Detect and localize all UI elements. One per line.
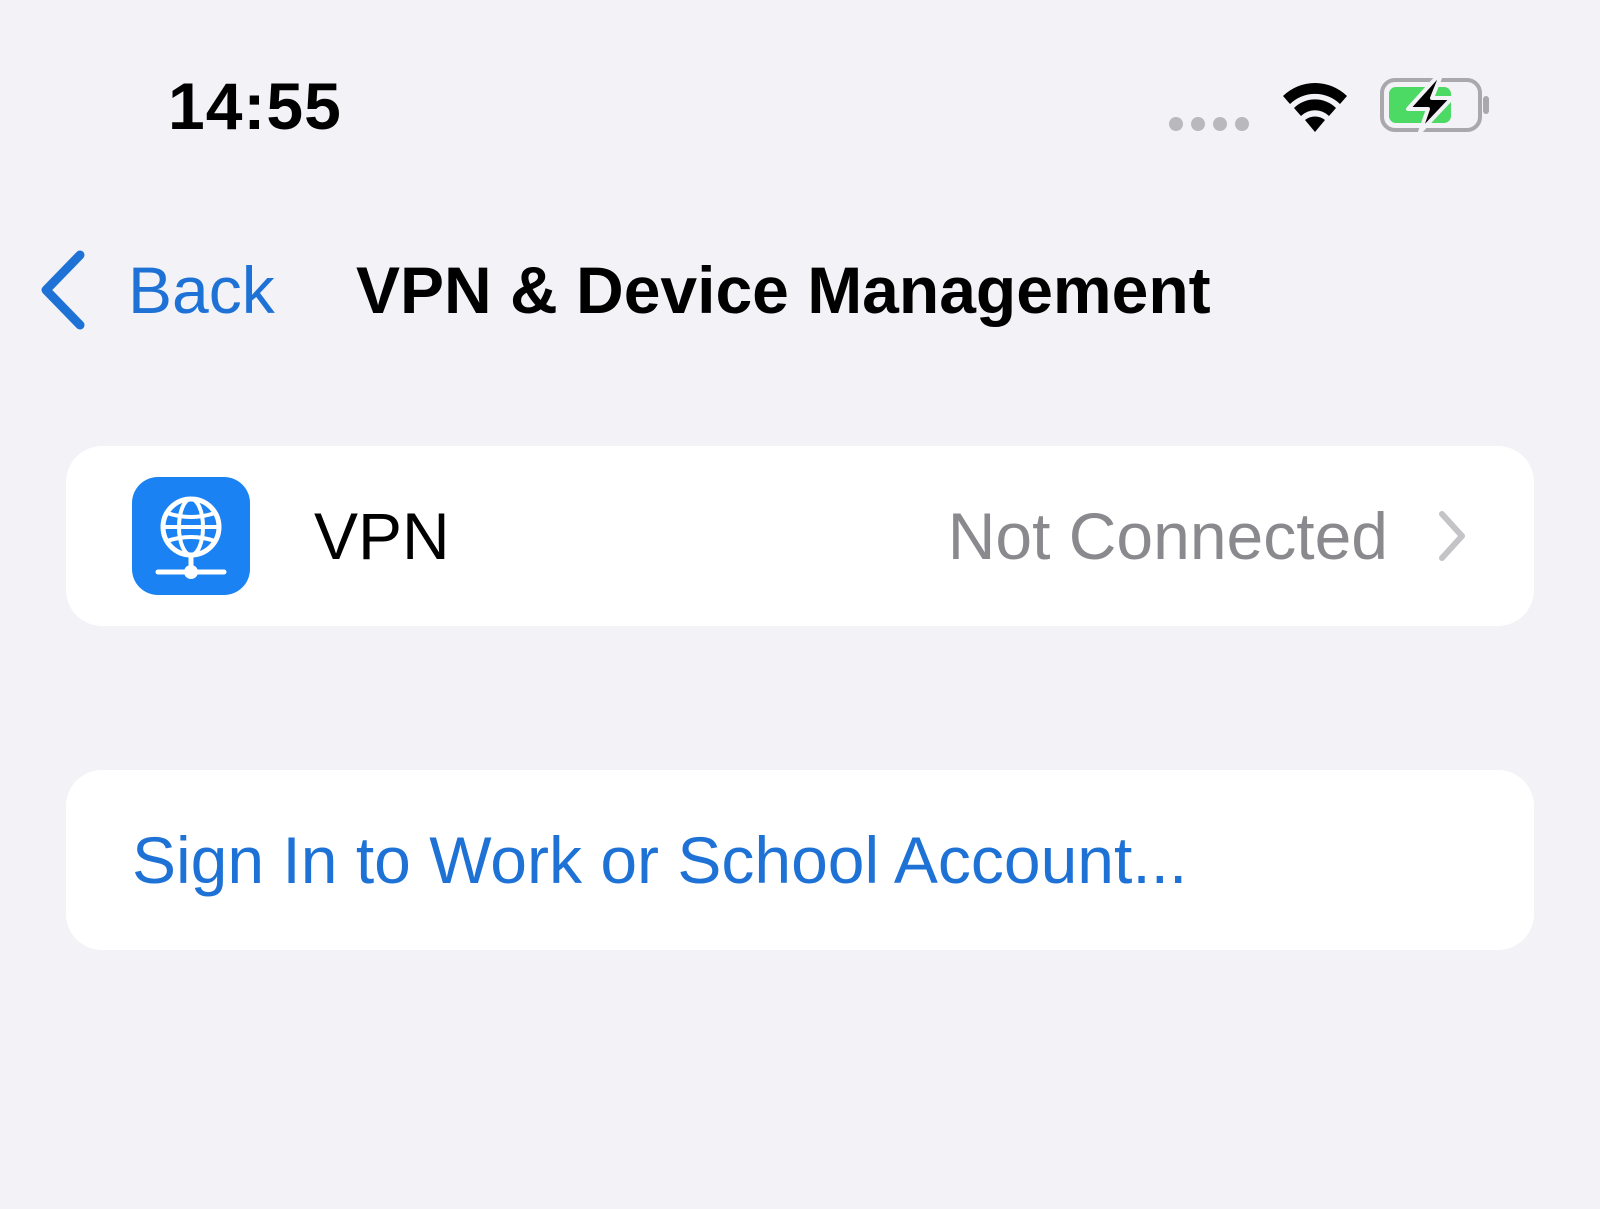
vpn-globe-icon <box>132 477 250 595</box>
vpn-status: Not Connected <box>947 499 1388 573</box>
page-title: VPN & Device Management <box>356 253 1211 327</box>
status-time: 14:55 <box>168 69 342 143</box>
chevron-left-icon <box>41 250 85 330</box>
wifi-icon <box>1283 83 1347 132</box>
chevron-right-icon <box>1439 511 1465 561</box>
sign-in-label: Sign In to Work or School Account... <box>132 823 1188 897</box>
signal-dots-icon <box>1169 117 1249 131</box>
vpn-row[interactable]: VPN Not Connected <box>66 446 1534 626</box>
status-bar: 14:55 <box>0 0 1600 190</box>
battery-charging-icon <box>1380 76 1489 134</box>
back-button[interactable]: Back <box>36 240 275 340</box>
vpn-label: VPN <box>314 499 450 573</box>
sign-in-work-school-account-button[interactable]: Sign In to Work or School Account... <box>66 770 1534 950</box>
navigation-bar: Back VPN & Device Management <box>0 210 1600 360</box>
back-label: Back <box>128 253 275 327</box>
signin-group: Sign In to Work or School Account... <box>66 770 1534 950</box>
vpn-group: VPN Not Connected <box>66 446 1534 626</box>
